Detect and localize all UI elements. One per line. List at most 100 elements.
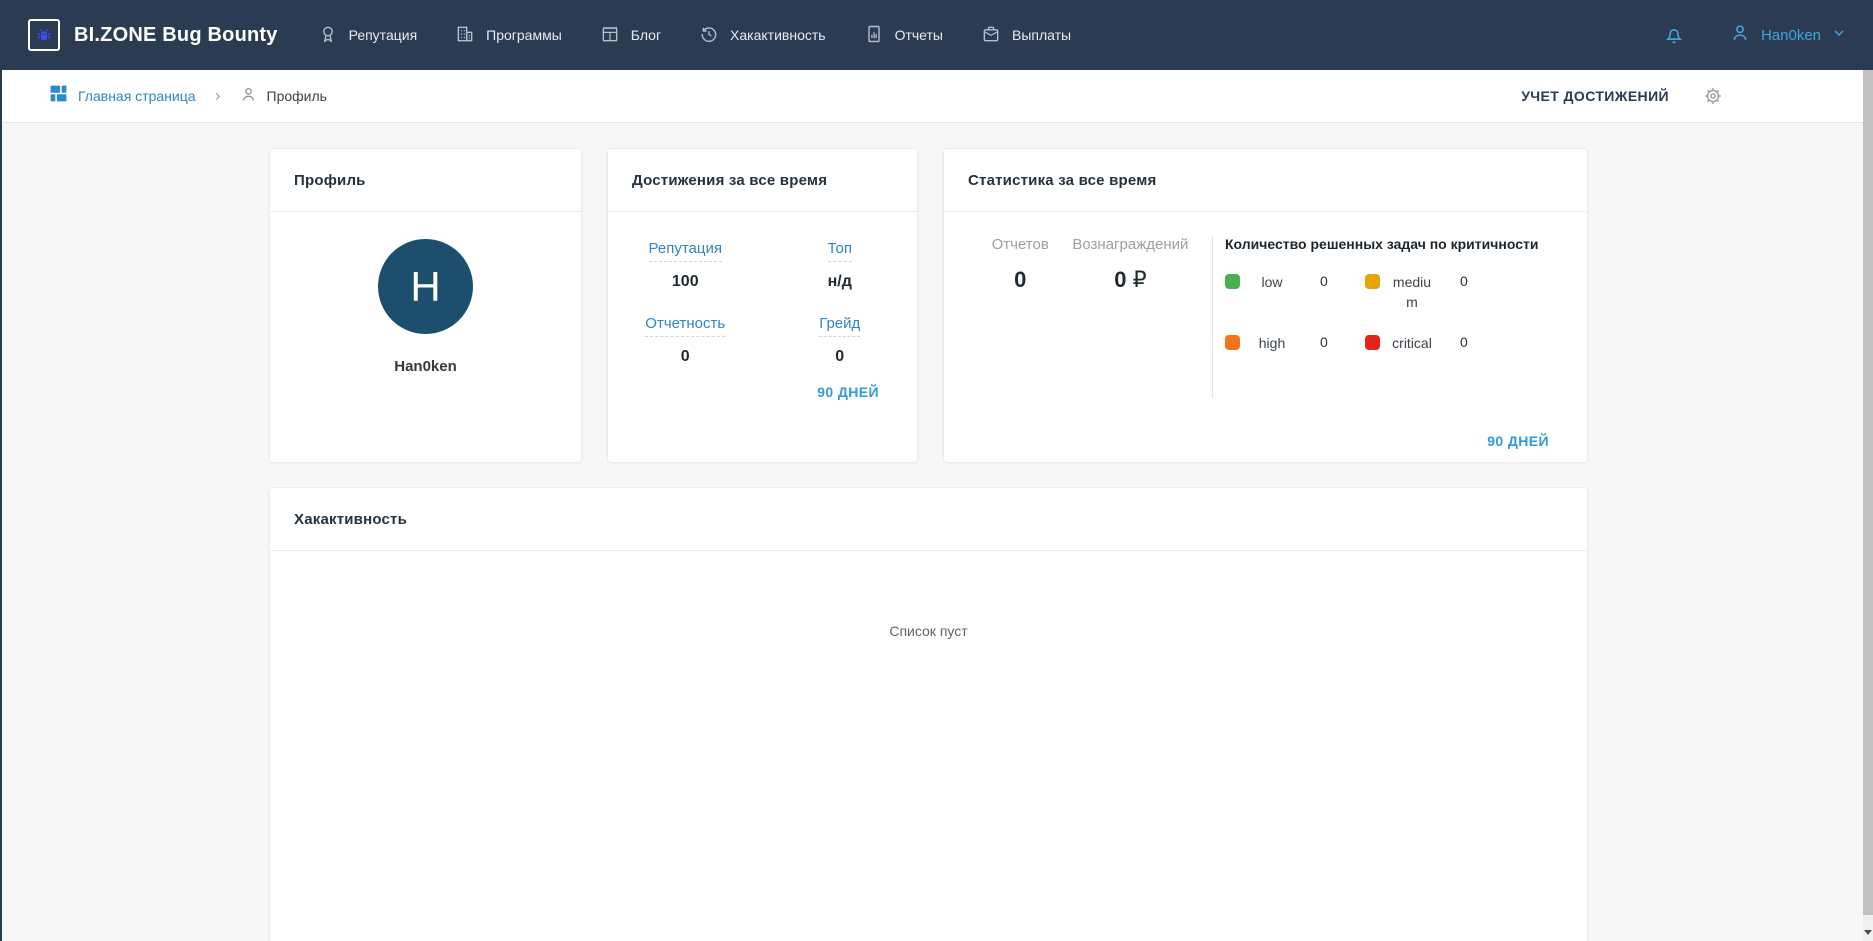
- page: BI.ZONE Bug Bounty Репутация Программы Б…: [0, 0, 1873, 941]
- severity-count: 0: [1320, 273, 1328, 289]
- severity-count: 0: [1460, 333, 1468, 350]
- nav-item-label: Выплаты: [1011, 27, 1072, 43]
- stat-value: 0: [680, 348, 690, 365]
- severity-count: 0: [1320, 333, 1328, 350]
- rewards-total: Вознаграждений 0 ₽: [1072, 236, 1188, 398]
- navbar-right: Han0ken: [1663, 22, 1847, 49]
- severity-grid: low 0 medium 0 high 0 critical 0: [1225, 272, 1563, 353]
- severity-medium-swatch: [1365, 274, 1380, 289]
- hackactivity-card: Хакактивность Список пуст: [269, 487, 1588, 941]
- vertical-scrollbar[interactable]: [1863, 70, 1873, 941]
- statistics-card-body: Отчетов 0 Вознаграждений 0 ₽ Количество …: [944, 212, 1587, 398]
- rewards-label: Вознаграждений: [1072, 236, 1189, 253]
- breadcrumb-bar: Главная страница Профиль УЧЕТ ДОСТИЖЕНИЙ: [0, 70, 1863, 123]
- building-icon: [455, 24, 475, 47]
- reports-total: Отчетов 0: [992, 236, 1049, 398]
- severity-label: high: [1258, 334, 1286, 351]
- severity-block: Количество решенных задач по критичности…: [1213, 236, 1563, 398]
- summary-cards-row: Профиль H Han0ken Достижения за все врем…: [269, 148, 1588, 463]
- nav-item-label: Блог: [630, 27, 662, 43]
- scrollbar-down-button[interactable]: [1863, 923, 1873, 941]
- reports-value: 0: [1014, 267, 1027, 292]
- nav-item-label: Программы: [486, 27, 562, 43]
- user-menu[interactable]: Han0ken: [1729, 22, 1847, 49]
- nav-item-payouts[interactable]: Выплаты: [981, 24, 1071, 47]
- severity-low-swatch: [1225, 274, 1240, 289]
- settings-gear-icon[interactable]: [1703, 86, 1723, 106]
- severity-label: medium: [1392, 274, 1432, 311]
- statistics-card: Статистика за все время Отчетов 0 Вознаг…: [943, 148, 1588, 463]
- dashboard-grid-icon: [49, 84, 68, 108]
- hackactivity-card-header: Хакактивность: [270, 488, 1587, 551]
- stat-label[interactable]: Репутация: [648, 240, 722, 262]
- profile-card-header: Профиль: [270, 149, 581, 212]
- profile-card: Профиль H Han0ken: [269, 148, 582, 463]
- achievements-card-header: Достижения за все время: [608, 149, 917, 212]
- stat-reputation: Репутация 100: [608, 240, 763, 291]
- reports-label: Отчетов: [991, 236, 1049, 253]
- card-title: Хакактивность: [294, 510, 408, 528]
- nav-item-label: Хакактивность: [730, 27, 826, 43]
- notifications-bell-icon[interactable]: [1663, 24, 1685, 46]
- main-nav: Репутация Программы Блог Хакактивность О…: [318, 24, 1071, 47]
- nav-item-hackactivity[interactable]: Хакактивность: [699, 24, 826, 47]
- brand-home-link[interactable]: BI.ZONE Bug Bounty: [28, 19, 278, 51]
- user-avatar-icon: [1729, 22, 1751, 49]
- severity-low: low 0: [1225, 272, 1365, 313]
- severity-label: critical: [1392, 334, 1432, 351]
- severity-high-swatch: [1225, 334, 1240, 350]
- profile-card-body: H Han0ken: [270, 212, 581, 375]
- severity-critical: critical 0: [1365, 333, 1505, 353]
- achievements-card: Достижения за все время Репутация 100 То…: [607, 148, 918, 463]
- breadcrumb-current-label: Профиль: [266, 88, 327, 104]
- breadcrumb: Главная страница Профиль: [49, 84, 327, 108]
- main-content: Профиль H Han0ken Достижения за все врем…: [269, 148, 1588, 941]
- achievements-period: 90 ДНЕЙ: [608, 384, 917, 402]
- severity-high: high 0: [1225, 333, 1365, 353]
- severity-critical-swatch: [1365, 334, 1380, 350]
- stat-top: Топ н/д: [763, 240, 918, 291]
- card-title: Достижения за все время: [632, 171, 828, 189]
- stat-value: 100: [671, 273, 699, 290]
- user-name: Han0ken: [1760, 26, 1821, 44]
- avatar-letter: H: [410, 262, 441, 310]
- severity-label: low: [1261, 274, 1283, 290]
- period-90-days-link[interactable]: 90 ДНЕЙ: [817, 384, 879, 400]
- top-navbar: BI.ZONE Bug Bounty Репутация Программы Б…: [0, 0, 1873, 70]
- chevron-down-icon: [1831, 25, 1847, 46]
- stat-reporting: Отчетность 0: [608, 315, 763, 366]
- stat-label[interactable]: Грейд: [819, 315, 861, 337]
- stat-label[interactable]: Топ: [827, 240, 852, 262]
- bizone-bug-logo-icon: [28, 19, 60, 51]
- stat-grade: Грейд 0: [763, 315, 918, 366]
- rewards-amount: 0: [1114, 267, 1127, 292]
- breadcrumb-current: Профиль: [239, 85, 327, 107]
- nav-item-programs[interactable]: Программы: [455, 24, 562, 47]
- period-90-days-link[interactable]: 90 ДНЕЙ: [1487, 433, 1549, 449]
- statistics-totals: Отчетов 0 Вознаграждений 0 ₽: [968, 236, 1212, 398]
- nav-item-label: Репутация: [348, 27, 418, 43]
- rewards-value: 0 ₽: [1072, 267, 1188, 293]
- breadcrumb-separator-icon: [212, 91, 223, 102]
- statistics-period: 90 ДНЕЙ: [1487, 433, 1549, 451]
- breadcrumb-home-label: Главная страница: [78, 88, 196, 104]
- report-document-icon: [864, 24, 884, 47]
- history-icon: [699, 24, 719, 47]
- nav-item-blog[interactable]: Блог: [600, 24, 661, 47]
- empty-list-text: Список пуст: [889, 623, 968, 639]
- achievements-accounting-link[interactable]: УЧЕТ ДОСТИЖЕНИЙ: [1521, 88, 1669, 104]
- breadcrumb-home-link[interactable]: Главная страница: [49, 84, 196, 108]
- nav-item-label: Отчеты: [894, 27, 943, 43]
- stat-label[interactable]: Отчетность: [645, 315, 726, 337]
- brand-title: BI.ZONE Bug Bounty: [74, 23, 278, 46]
- card-title: Статистика за все время: [968, 171, 1157, 189]
- nav-item-reputation[interactable]: Репутация: [318, 24, 418, 47]
- medal-icon: [318, 24, 338, 47]
- nav-item-reports[interactable]: Отчеты: [864, 24, 943, 47]
- ruble-sign: ₽: [1132, 267, 1147, 292]
- severity-count: 0: [1460, 273, 1468, 289]
- scrollbar-thumb[interactable]: [1863, 70, 1873, 915]
- breadcrumb-actions: УЧЕТ ДОСТИЖЕНИЙ: [1521, 86, 1723, 106]
- severity-medium: medium 0: [1365, 272, 1505, 313]
- statistics-card-header: Статистика за все время: [944, 149, 1587, 212]
